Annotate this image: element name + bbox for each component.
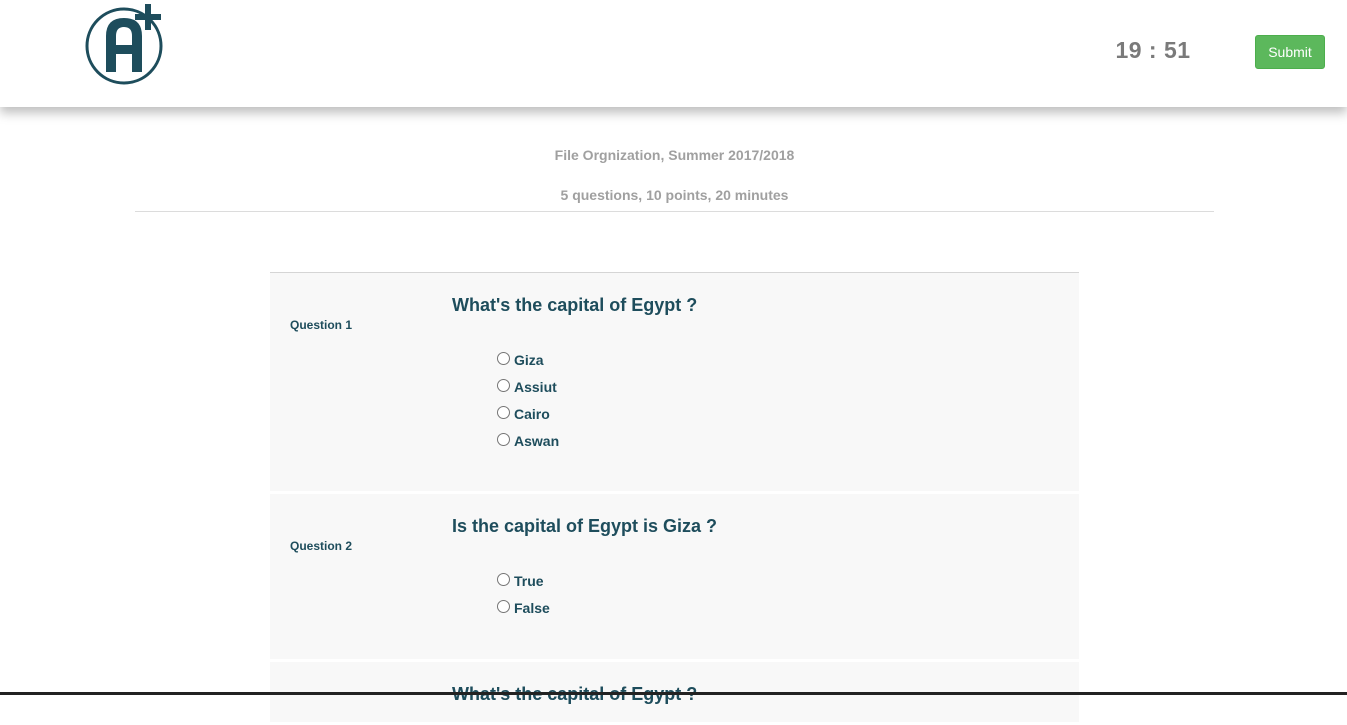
answer-label[interactable]: Assiut [514,379,557,395]
answer-radio[interactable] [497,600,510,613]
question-card: Question 2 Is the capital of Egypt is Gi… [270,494,1079,659]
answer-label[interactable]: Aswan [514,433,559,449]
submit-button[interactable]: Submit [1255,35,1325,69]
answer-radio[interactable] [497,433,510,446]
top-bar: 19 : 51 Submit [0,0,1347,107]
question-number: Question 2 [290,539,353,553]
answer-radio[interactable] [497,406,510,419]
answer-options: True False [496,566,550,620]
exam-meta: 5 questions, 10 points, 20 minutes [560,187,789,203]
question-card: Question 1 What's the capital of Egypt ?… [270,273,1079,491]
answer-radio[interactable] [497,352,510,365]
answer-option[interactable]: Aswan [496,426,559,453]
exam-title: File Orgnization, Summer 2017/2018 [554,147,795,163]
answer-label[interactable]: Giza [514,352,544,368]
answer-option[interactable]: Giza [496,345,559,372]
answer-option[interactable]: True [496,566,550,593]
question-list: Question 1 What's the capital of Egypt ?… [270,272,1079,725]
question-text: What's the capital of Egypt ? [452,295,698,315]
answer-option[interactable]: Assiut [496,372,559,399]
answer-label[interactable]: Cairo [514,406,550,422]
answer-radio[interactable] [497,573,510,586]
answer-label[interactable]: True [514,573,544,589]
answer-option[interactable]: Cairo [496,399,559,426]
answer-option[interactable]: False [496,593,550,620]
answer-label[interactable]: False [514,600,550,616]
countdown-timer: 19 : 51 [1115,37,1191,63]
answer-radio[interactable] [497,379,510,392]
answer-options: Giza Assiut Cairo Aswan [496,345,559,453]
a-plus-logo-icon [85,4,163,85]
question-number: Question 1 [290,318,353,332]
question-text: Is the capital of Egypt is Giza ? [452,516,718,536]
exam-info: File Orgnization, Summer 2017/2018 5 que… [135,107,1214,212]
